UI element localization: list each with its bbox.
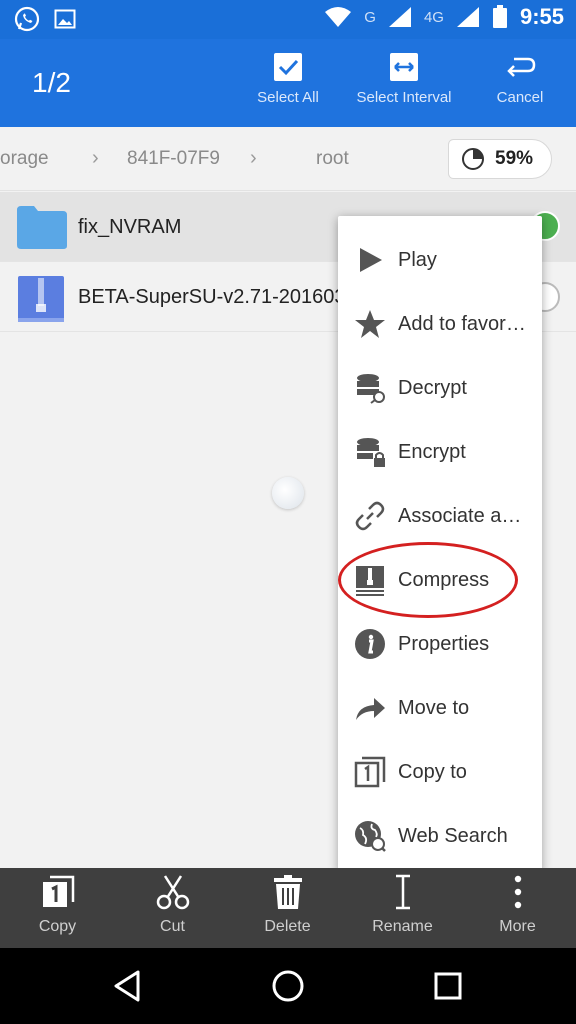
scissors-icon — [156, 875, 189, 910]
cancel-button[interactable]: Cancel — [488, 51, 552, 106]
menu-item-add-to-favorites[interactable]: Add to favor… — [338, 292, 542, 356]
breadcrumb-item-root[interactable]: root — [316, 148, 349, 170]
rename-label: Rename — [372, 918, 433, 935]
copy-to-icon — [354, 756, 386, 788]
gallery-icon — [54, 9, 76, 29]
menu-item-play[interactable]: Play — [338, 228, 542, 292]
web-search-icon — [355, 821, 386, 852]
link-icon — [355, 501, 385, 531]
loading-spinner — [272, 477, 304, 509]
delete-button[interactable]: Delete — [230, 874, 345, 936]
breadcrumb-item-storage[interactable]: orage — [0, 148, 49, 170]
breadcrumb: orage › 841F-07F9 › root 59% — [0, 127, 576, 191]
selection-count: 1/2 — [32, 67, 71, 98]
menu-item-label: Decrypt — [398, 377, 467, 399]
file-name: BETA-SuperSU-v2.71-2016031 — [78, 286, 357, 308]
play-icon — [360, 248, 382, 272]
folder-icon — [17, 206, 67, 249]
back-icon[interactable] — [110, 968, 146, 1004]
star-icon — [355, 310, 385, 338]
menu-item-compress[interactable]: Compress — [338, 548, 542, 612]
status-bar: G 4G 9:55 — [0, 0, 576, 39]
trash-icon — [273, 875, 302, 909]
menu-item-decrypt[interactable]: Decrypt — [338, 356, 542, 420]
checkbox-icon — [274, 53, 302, 81]
menu-item-web-search[interactable]: Web Search — [338, 804, 542, 868]
breadcrumb-item-sdcard[interactable]: 841F-07F9 — [127, 148, 220, 170]
menu-item-label: Copy to — [398, 761, 467, 783]
more-vert-icon — [514, 875, 521, 909]
copy-label: Copy — [38, 918, 77, 935]
cut-label: Cut — [160, 918, 185, 935]
wifi-icon — [325, 7, 352, 27]
context-menu: Play Add to favor… Decrypt Encrypt Assoc… — [338, 216, 542, 872]
cut-button[interactable]: Cut — [115, 874, 230, 936]
menu-item-label: Add to favor… — [398, 313, 526, 335]
signal-icon-2 — [456, 7, 479, 27]
move-icon — [356, 698, 385, 720]
decrypt-icon — [357, 374, 385, 404]
chevron-right-icon: › — [92, 147, 99, 169]
compress-icon — [356, 566, 384, 596]
signal-icon — [388, 7, 411, 27]
navigation-bar — [0, 948, 576, 1024]
undo-icon — [507, 57, 536, 77]
battery-icon — [492, 5, 507, 28]
menu-item-label: Web Search — [398, 825, 508, 847]
select-interval-button[interactable]: Select Interval — [348, 51, 460, 106]
rename-button[interactable]: Rename — [345, 874, 460, 936]
recents-icon[interactable] — [430, 968, 466, 1004]
info-icon — [355, 629, 385, 659]
action-bar: 1/2 Select All Select Interval Cancel — [0, 39, 576, 127]
zip-file-icon — [18, 276, 64, 322]
menu-item-label: Play — [398, 249, 437, 271]
clock: 9:55 — [519, 4, 564, 29]
menu-item-properties[interactable]: Properties — [338, 612, 542, 676]
menu-item-label: Associate a… — [398, 505, 522, 527]
menu-item-encrypt[interactable]: Encrypt — [338, 420, 542, 484]
copy-icon — [42, 875, 74, 907]
select-interval-label: Select Interval — [356, 89, 452, 106]
more-button[interactable]: More — [460, 874, 575, 936]
menu-item-label: Move to — [398, 697, 470, 719]
text-cursor-icon — [395, 874, 410, 910]
storage-usage-badge[interactable]: 59% — [448, 139, 552, 179]
menu-item-label: Encrypt — [398, 441, 466, 463]
whatsapp-icon — [14, 6, 40, 32]
encrypt-icon — [357, 438, 385, 467]
menu-item-label: Properties — [398, 633, 490, 655]
delete-label: Delete — [264, 918, 311, 935]
bottom-toolbar: Copy Cut Delete Rename More — [0, 868, 576, 948]
select-all-button[interactable]: Select All — [250, 51, 326, 106]
select-all-label: Select All — [257, 89, 319, 106]
interval-icon — [390, 53, 418, 81]
menu-item-move-to[interactable]: Move to — [338, 676, 542, 740]
home-icon[interactable] — [270, 968, 306, 1004]
menu-item-label: Compress — [398, 569, 490, 591]
cancel-label: Cancel — [496, 89, 544, 106]
network-g-label: G — [364, 8, 376, 26]
copy-button[interactable]: Copy — [0, 874, 115, 936]
chevron-right-icon: › — [250, 147, 257, 169]
file-name: fix_NVRAM — [78, 216, 182, 238]
menu-item-copy-to[interactable]: Copy to — [338, 740, 542, 804]
network-4g-label: 4G — [423, 8, 444, 26]
pie-chart-icon — [462, 148, 484, 170]
storage-percent: 59% — [495, 148, 534, 169]
more-label: More — [499, 918, 536, 935]
menu-item-associate[interactable]: Associate a… — [338, 484, 542, 548]
